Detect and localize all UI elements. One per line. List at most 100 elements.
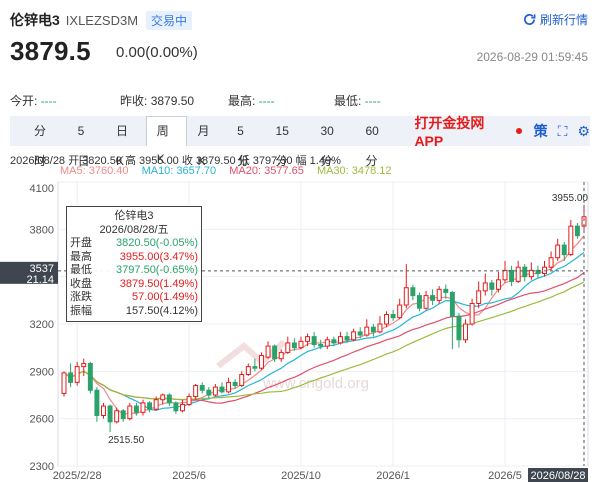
candle-body [180, 403, 185, 412]
candle-body [74, 366, 80, 383]
candle-body [81, 362, 87, 368]
candle-body [318, 344, 324, 347]
candle-body [357, 331, 363, 336]
tab-15min[interactable]: 15分 [266, 116, 311, 168]
y-tick-label: 2600 [30, 414, 54, 426]
tooltip-value: 157.50(4.12%) [125, 304, 198, 317]
refresh-button[interactable]: 刷新行情 [523, 11, 588, 28]
trading-status-badge: 交易中 [146, 10, 193, 30]
tooltip-key: 最高 [70, 250, 92, 263]
price-change: 0.00(0.00%) [116, 44, 198, 61]
candle-body [166, 394, 172, 404]
open-app-link[interactable]: 打开金投网APP [414, 113, 511, 149]
candle-body [370, 326, 376, 333]
candle-body [495, 279, 501, 290]
quote-time: 2026-08-29 01:59:45 [476, 50, 588, 64]
candle-body [245, 366, 251, 375]
candle-body [509, 269, 515, 282]
notification-dot [515, 128, 522, 134]
last-price: 3879.5 [10, 36, 91, 66]
tooltip-row: 涨跌 57.00(1.49%) [70, 291, 198, 305]
candle-body [101, 405, 106, 417]
strategy-button[interactable]: 策 [534, 121, 548, 141]
candle-body [502, 269, 508, 281]
tab-monthly-k[interactable]: 月K [187, 116, 227, 168]
low-price-label: 2515.50 [108, 435, 145, 446]
ma30-label: MA30: 3478.12 [316, 165, 392, 177]
stat-open: 今开: ---- [10, 94, 57, 108]
ma5-label: MA5: 3760.40 [60, 165, 129, 177]
tab-daily-k[interactable]: 日K [106, 116, 146, 168]
refresh-icon [524, 14, 536, 25]
instrument-code: IXLEZSD3M [65, 12, 139, 28]
stat-high: 最高: ---- [228, 94, 275, 108]
candle-body [133, 405, 139, 413]
instrument-name: 伦锌电3 [10, 12, 60, 28]
candle-body [298, 340, 304, 349]
candle-body [416, 295, 422, 309]
quote-stats: 今开: ---- 昨收: 3879.50 最高: ---- 最低: ---- [10, 92, 590, 108]
tab-intraday[interactable]: 分时 [24, 116, 68, 168]
y-tick-label: 3800 [30, 224, 54, 236]
candle-body [482, 282, 488, 292]
y-tick-label: 2900 [30, 366, 54, 378]
candle-body [272, 345, 278, 360]
tab-60min[interactable]: 60分 [355, 116, 400, 168]
candle-body [206, 389, 212, 396]
candle-body [430, 295, 436, 301]
tab-weekly-k[interactable]: 周K [145, 116, 188, 166]
x-tick-label: 2026/1 [376, 470, 410, 482]
candle-body [384, 314, 390, 325]
tab-30min[interactable]: 30分 [311, 116, 356, 168]
candle-body [463, 323, 468, 341]
candle-body [364, 326, 370, 336]
high-price-label: 3955.00 [552, 193, 589, 204]
candle-body [173, 402, 179, 412]
x-tick-label: 2025/6 [172, 470, 206, 482]
candle-body [324, 339, 330, 347]
tab-5day[interactable]: 5日 [68, 116, 106, 168]
candle-body [252, 366, 258, 369]
candle-body [120, 410, 126, 420]
tooltip-row: 最低 3797.50(-0.65%) [70, 264, 198, 278]
ma10-label: MA10: 3657.70 [141, 165, 217, 177]
candle-body [68, 372, 74, 383]
tooltip-value: 3797.50(-0.65%) [116, 264, 198, 276]
fullscreen-icon[interactable]: ⛶ [558, 123, 568, 140]
tooltip-key: 振幅 [70, 304, 92, 317]
candle-body [212, 386, 218, 396]
y-tick-label: 3200 [30, 319, 54, 331]
candle-body [574, 225, 580, 237]
candle-body [278, 351, 284, 360]
stat-low: 最低: ---- [334, 94, 381, 108]
settings-icon[interactable]: ⚙ [577, 123, 590, 140]
candle-body [456, 315, 462, 341]
candle-body [87, 362, 93, 391]
tooltip-value: 3820.50(-0.05%) [116, 237, 198, 249]
tooltip-key: 最低 [70, 264, 92, 276]
candle-body [265, 345, 271, 358]
candle-body [193, 385, 199, 398]
candle-body [515, 266, 521, 282]
tooltip-title: 伦锌电3 [114, 210, 154, 222]
tooltip-value: 3879.50(1.49%) [119, 277, 198, 290]
candle-body [568, 225, 574, 256]
candle-body [291, 342, 297, 349]
candle-body [522, 266, 528, 278]
candle-body [226, 381, 232, 393]
candle-body [548, 257, 554, 268]
tab-5min[interactable]: 5分 [227, 116, 265, 168]
candle-body [390, 314, 396, 319]
candle-body [476, 290, 482, 304]
tooltip-date: 2026/08/28/五 [99, 224, 169, 236]
candle-body [489, 282, 495, 290]
candle-body [199, 385, 205, 391]
candle-body [397, 304, 403, 319]
tooltip-key: 开盘 [70, 237, 92, 249]
candle-body [555, 244, 561, 259]
candle-body [160, 394, 166, 401]
crosshair-pct-label: 21.14 [26, 274, 54, 286]
candle-body [153, 399, 159, 410]
candle-body [351, 331, 357, 341]
refresh-label: 刷新行情 [539, 13, 588, 27]
